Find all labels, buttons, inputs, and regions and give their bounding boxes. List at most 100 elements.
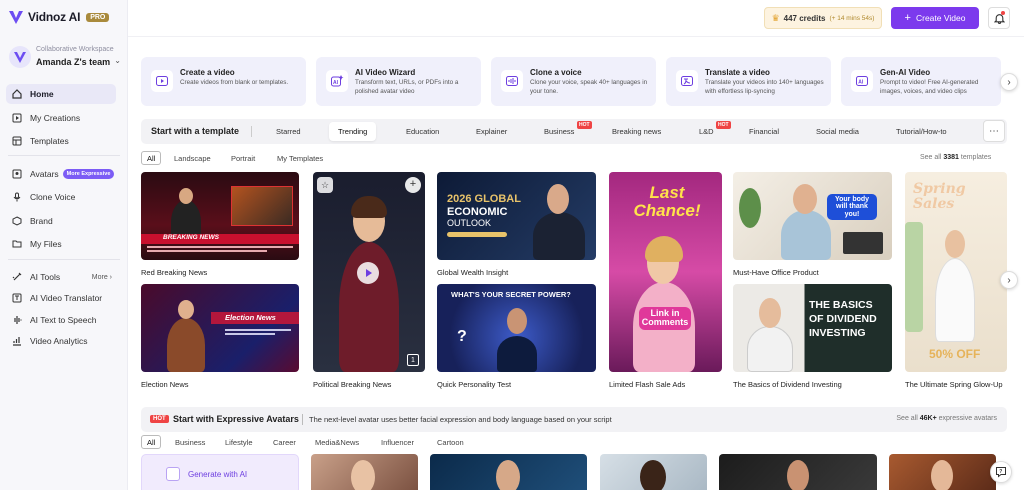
generate-with-ai-button[interactable]: Generate with AI [141, 454, 299, 490]
credits-amount: 447 credits [783, 13, 826, 23]
filter-my-templates[interactable]: My Templates [272, 151, 328, 165]
add-icon[interactable]: + [405, 177, 421, 193]
templates-next-button[interactable]: › [1000, 271, 1018, 289]
sidebar-item-templates[interactable]: Templates [6, 131, 116, 151]
tab-education[interactable]: Education [397, 122, 448, 141]
quick-action-ai-video-wizard[interactable]: AI AI Video Wizard Transform text, URLs,… [316, 57, 481, 106]
quick-action-translate-video[interactable]: Translate a video Translate your videos … [666, 57, 831, 106]
sidebar-item-ai-video-translator[interactable]: AI Video Translator [6, 288, 116, 308]
quick-actions-next-button[interactable]: › [1000, 73, 1018, 91]
quick-action-desc: Translate your videos into 140+ language… [705, 79, 824, 95]
waveform-icon [12, 315, 22, 325]
template-caption: The Ultimate Spring Glow-Up [905, 380, 1003, 389]
template-thumb-limited-flash-sale-ads[interactable]: Last Chance! Link in Comments [609, 172, 722, 372]
clone-voice-icon [501, 70, 523, 92]
filter-all[interactable]: All [141, 151, 162, 165]
presenter-head [793, 184, 817, 214]
workspace-switcher[interactable]: Collaborative Workspace Amanda Z's team … [9, 44, 121, 72]
notifications-button[interactable] [988, 7, 1010, 29]
template-category-bar: Start with a template Starred Trending E… [141, 119, 1007, 144]
template-thumb-election-news[interactable]: Election News [141, 284, 299, 372]
more-tools-link[interactable]: More › [92, 274, 112, 281]
presenter-figure [781, 210, 831, 260]
template-thumb-global-wealth-insight[interactable]: 2026 GLOBAL ECONOMIC OUTLOOK [437, 172, 596, 260]
avatars-section-desc: The next-level avatar uses better facial… [309, 415, 612, 424]
tab-explainer[interactable]: Explainer [467, 122, 516, 141]
chat-help-icon: ? [996, 467, 1006, 478]
tab-breaking-news[interactable]: Breaking news [603, 122, 670, 141]
avatar-filter-all[interactable]: All [141, 435, 162, 449]
template-caption: Red Breaking News [141, 268, 208, 277]
sidebar-item-my-creations[interactable]: My Creations [6, 108, 116, 128]
see-all-avatars-link[interactable]: See all 46K+ expressive avatars [896, 415, 997, 422]
star-icon[interactable]: ☆ [317, 177, 333, 193]
avatars-section-title: Start with Expressive Avatars [173, 414, 299, 424]
tab-trending[interactable]: Trending [329, 122, 377, 141]
template-section-title: Start with a template [151, 126, 240, 136]
avatar-card[interactable] [719, 454, 877, 490]
avatar-filter-lifestyle[interactable]: Lifestyle [220, 435, 258, 449]
quick-action-title: AI Video Wizard [355, 68, 416, 77]
voice-icon [12, 192, 22, 202]
avatar-head [351, 460, 375, 490]
more-categories-button[interactable]: ⋯ [983, 120, 1005, 142]
avatar-filter-media-news[interactable]: Media&News [310, 435, 364, 449]
avatar-card[interactable] [430, 454, 587, 490]
sidebar-item-avatars[interactable]: Avatars More Expressive [6, 164, 116, 184]
template-thumb-quick-personality-test[interactable]: WHAT'S YOUR SECRET POWER? ? [437, 284, 596, 372]
presenter-head [507, 308, 527, 334]
tab-social-media[interactable]: Social media [807, 122, 868, 141]
sidebar-item-my-files[interactable]: My Files [6, 234, 116, 254]
avatar-head [496, 460, 520, 490]
anchor-head [178, 300, 194, 319]
sidebar-item-ai-tools[interactable]: AI Tools More › [6, 267, 116, 287]
tab-starred[interactable]: Starred [267, 122, 310, 141]
sidebar-item-brand[interactable]: Brand [6, 211, 116, 231]
avatar-card[interactable] [311, 454, 418, 490]
sidebar-item-clone-voice[interactable]: Clone Voice [6, 187, 116, 207]
quick-action-clone-voice[interactable]: Clone a voice Clone your voice, speak 40… [491, 57, 656, 106]
sidebar-item-home[interactable]: Home [6, 84, 116, 104]
avatar-filter-cartoon[interactable]: Cartoon [432, 435, 469, 449]
template-caption: Limited Flash Sale Ads [609, 380, 686, 389]
avatar-filter-influencer[interactable]: Influencer [376, 435, 419, 449]
anchor-head [179, 188, 193, 204]
anchor-hair [351, 196, 387, 218]
workspace-avatar [9, 46, 31, 68]
create-video-button[interactable]: + Create Video [891, 7, 979, 29]
template-caption: Global Wealth Insight [437, 268, 509, 277]
sidebar-item-label: My Files [30, 239, 62, 249]
avatar-filter-business[interactable]: Business [170, 435, 210, 449]
sidebar-item-video-analytics[interactable]: Video Analytics [6, 331, 116, 351]
avatar-card[interactable] [889, 454, 996, 490]
sidebar-item-label: Avatars [30, 169, 59, 179]
hot-badge: HOT [150, 415, 169, 423]
quick-action-create-video[interactable]: Create a video Create videos from blank … [141, 57, 306, 106]
see-all-templates-link[interactable]: See all 3381 templates [920, 154, 991, 161]
avatar-card[interactable] [600, 454, 707, 490]
sidebar-item-ai-text-to-speech[interactable]: AI Text to Speech [6, 310, 116, 330]
template-thumb-red-breaking-news[interactable]: BREAKING NEWS [141, 172, 299, 260]
filter-landscape[interactable]: Landscape [169, 151, 216, 165]
template-thumb-ultimate-spring-glow-up[interactable]: Spring Sales 50% OFF [905, 172, 1007, 372]
workspace-label: Collaborative Workspace [36, 46, 114, 53]
brand-logo[interactable]: Vidnoz AI PRO [8, 9, 110, 25]
election-news-text: Election News [225, 313, 276, 322]
filter-portrait[interactable]: Portrait [226, 151, 260, 165]
credits-display[interactable]: ♛ 447 credits (+ 14 mins 54s) [764, 7, 882, 29]
quick-action-gen-ai-video[interactable]: AI Gen-AI Video Prompt to video! Free AI… [841, 57, 1001, 106]
chevron-right-icon: › [1007, 274, 1011, 286]
play-button[interactable] [357, 262, 379, 284]
avatar-filter-career[interactable]: Career [268, 435, 301, 449]
presenter-hair [645, 236, 683, 262]
tab-financial[interactable]: Financial [740, 122, 788, 141]
help-chat-button[interactable]: ? [990, 461, 1012, 483]
model-figure [935, 258, 975, 342]
divider [302, 414, 303, 425]
template-thumb-political-breaking-news[interactable]: ☆ + 1 [313, 172, 425, 372]
template-thumb-basics-of-dividend-investing[interactable]: THE BASICS OF DIVIDEND INVESTING [733, 284, 892, 372]
quick-action-title: Gen-AI Video [880, 68, 931, 77]
tab-tutorial-how-to[interactable]: Tutorial/How-to [887, 122, 956, 141]
template-thumb-must-have-office-product[interactable]: Your body will thank you! [733, 172, 892, 260]
dividend-title-line3: INVESTING [809, 327, 866, 339]
